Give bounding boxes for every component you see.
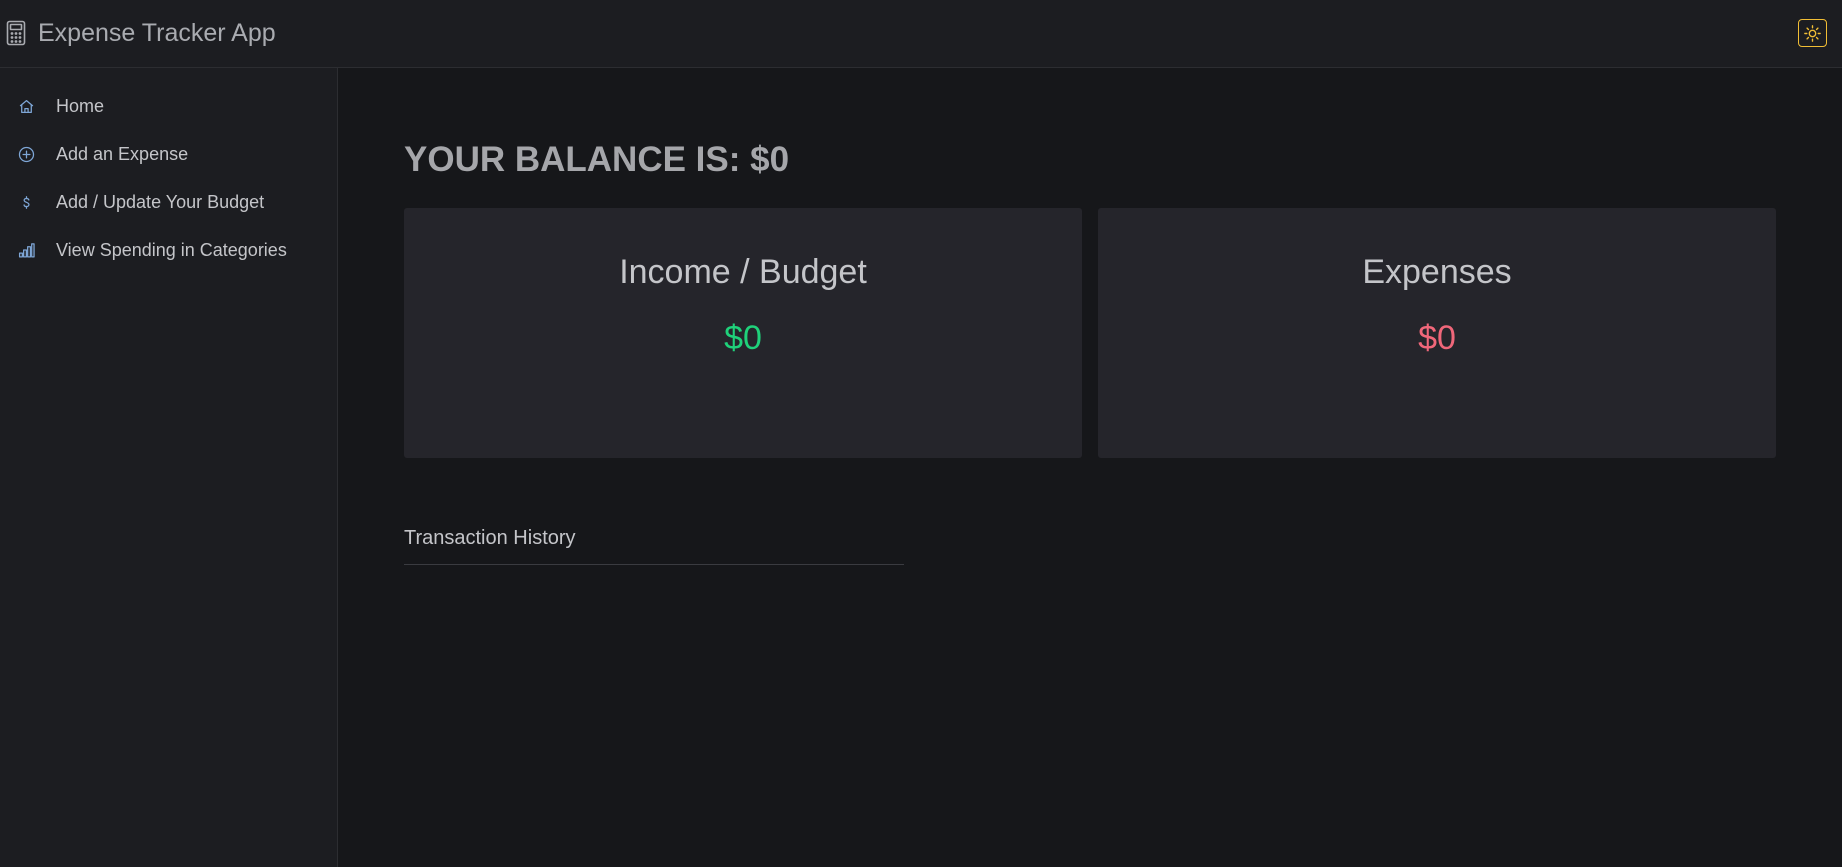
app-title: Expense Tracker App [38,18,276,47]
sidebar-item-label: Add an Expense [56,143,189,164]
brand: Expense Tracker App [6,16,276,50]
sidebar-item-label: Add / Update Your Budget [56,191,265,212]
transaction-history: Transaction History [404,527,904,565]
plus-circle-icon [17,145,36,164]
sidebar-item-home[interactable]: Home [0,82,337,130]
theme-toggle-button[interactable] [1798,19,1827,47]
expenses-card-title: Expenses [1362,253,1512,291]
expenses-amount: $0 [1418,319,1456,357]
sidebar-item-label: View Spending in Categories [56,239,287,260]
calculator-icon [6,20,26,46]
expenses-card: Expenses $0 [1098,208,1776,458]
transaction-history-title: Transaction History [404,527,904,565]
income-card: Income / Budget $0 [404,208,1082,458]
sidebar-item-label: Home [56,95,105,116]
dollar-icon [17,193,36,212]
main-content: YOUR BALANCE IS: $0 Income / Budget $0 E… [339,68,1842,867]
sidebar-item-add-expense[interactable]: Add an Expense [0,130,337,178]
sidebar: Home Add an Expense Add / Update Your Bu… [0,68,338,867]
app-header: Expense Tracker App [0,0,1842,68]
home-icon [17,97,36,116]
income-card-title: Income / Budget [619,253,867,291]
bar-chart-icon [17,241,36,260]
income-amount: $0 [724,319,762,357]
sun-icon [1804,24,1821,42]
balance-heading: YOUR BALANCE IS: $0 [404,140,790,179]
sidebar-item-budget[interactable]: Add / Update Your Budget [0,178,337,226]
sidebar-item-categories[interactable]: View Spending in Categories [0,226,337,274]
